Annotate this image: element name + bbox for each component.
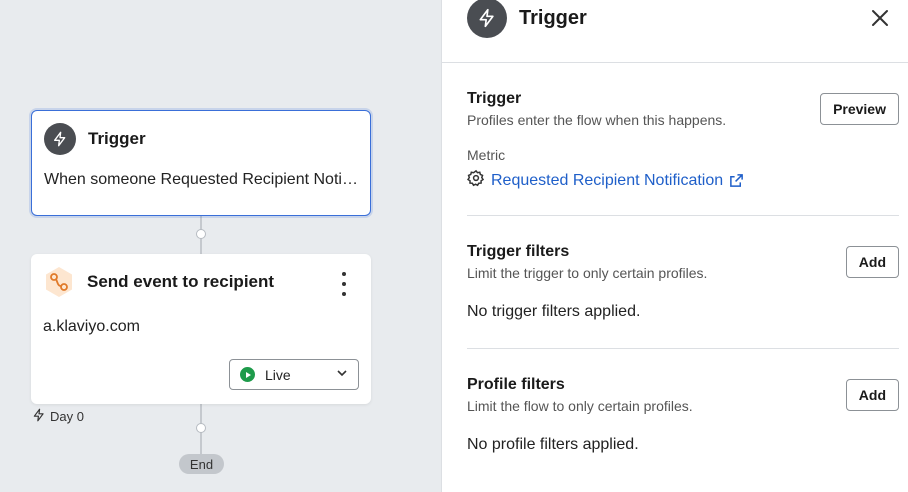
lightning-bolt-icon [32, 408, 46, 425]
add-trigger-filter-button[interactable]: Add [845, 246, 899, 278]
metric-label: Metric [467, 147, 506, 163]
flow-canvas[interactable]: Trigger When someone Requested Recipient… [0, 0, 441, 492]
lightning-bolt-icon [467, 0, 507, 38]
trigger-filters-subtitle: Limit the trigger to only certain profil… [467, 265, 708, 281]
send-event-node-description: a.klaviyo.com [43, 318, 140, 335]
send-event-node[interactable]: Send event to recipient a.klaviyo.com Li… [31, 254, 371, 404]
panel-header: Trigger [442, 0, 908, 63]
status-dropdown[interactable]: Live [229, 359, 359, 390]
webhook-hexagon-icon [43, 266, 75, 298]
close-icon[interactable] [871, 9, 889, 27]
status-value: Live [265, 366, 291, 383]
panel-title: Trigger [519, 7, 587, 29]
trigger-node-title: Trigger [88, 129, 146, 148]
preview-button[interactable]: Preview [820, 93, 899, 125]
lightning-bolt-icon [44, 123, 76, 155]
trigger-node[interactable]: Trigger When someone Requested Recipient… [31, 110, 371, 216]
trigger-filters-empty: No trigger filters applied. [467, 303, 641, 320]
profile-filters-empty: No profile filters applied. [467, 436, 639, 453]
play-circle-icon [240, 367, 255, 382]
trigger-node-header: Trigger [44, 123, 146, 155]
gear-icon [467, 169, 485, 192]
connector-dot[interactable] [196, 423, 206, 433]
profile-filters-subtitle: Limit the flow to only certain profiles. [467, 398, 693, 414]
external-link-icon[interactable] [729, 173, 744, 188]
metric-link[interactable]: Requested Recipient Notification [491, 172, 723, 190]
trigger-node-description: When someone Requested Recipient Notific… [44, 171, 360, 188]
section-divider [467, 348, 899, 349]
trigger-filters-title: Trigger filters [467, 243, 570, 260]
trigger-settings-panel: Trigger Trigger Profiles enter the flow … [441, 0, 908, 492]
chevron-down-icon [336, 366, 348, 384]
trigger-section: Trigger Profiles enter the flow when thi… [467, 90, 899, 200]
send-event-node-header: Send event to recipient [43, 266, 274, 298]
delay-label: Day 0 [32, 408, 84, 425]
kebab-menu-icon[interactable] [335, 272, 353, 296]
delay-label-text: Day 0 [50, 409, 84, 424]
trigger-filters-section: Trigger filters Limit the trigger to onl… [467, 243, 899, 323]
metric-row: Requested Recipient Notification [467, 169, 744, 192]
add-profile-filter-button[interactable]: Add [845, 379, 899, 411]
end-node: End [179, 454, 224, 474]
profile-filters-title: Profile filters [467, 376, 565, 393]
send-event-node-title: Send event to recipient [87, 272, 275, 291]
connector-dot[interactable] [196, 229, 206, 239]
section-divider [467, 215, 899, 216]
profile-filters-section: Profile filters Limit the flow to only c… [467, 376, 899, 456]
